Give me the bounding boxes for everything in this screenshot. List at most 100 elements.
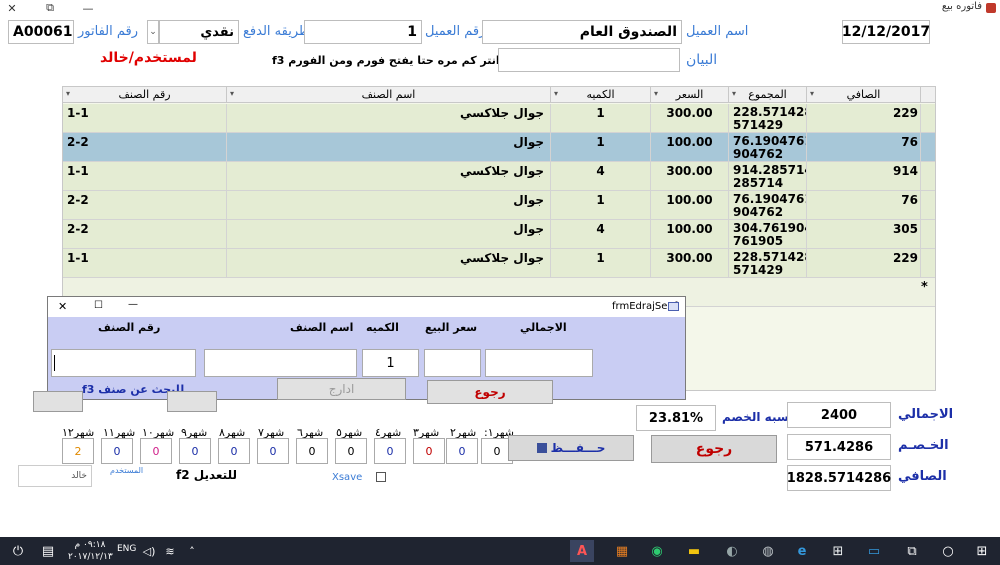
cell-code: 2-2 xyxy=(63,220,227,248)
total-field[interactable]: 2400 xyxy=(787,402,891,428)
month-box-11[interactable]: 0 xyxy=(101,438,133,464)
action-center-icon[interactable]: ▤ xyxy=(36,540,60,562)
window-title: فاتوره بيع xyxy=(941,1,982,12)
dialog-code-label: رقم الصنف xyxy=(98,321,161,334)
minimize-icon[interactable]: — xyxy=(78,0,98,16)
desktop-icon[interactable]: ▭ xyxy=(862,540,886,562)
net-label: الصافي xyxy=(898,469,947,484)
month-box-8[interactable]: 0 xyxy=(218,438,250,464)
power-icon[interactable]: ⏻ xyxy=(6,540,30,562)
payment-method-label: طريقه الدفع xyxy=(243,24,310,39)
app-icon-gray[interactable]: ◍ xyxy=(756,540,780,562)
customer-name-field[interactable]: الصندوق العام xyxy=(482,20,682,44)
item-insert-dialog: ✕ ☐ — frmEdrajSenf رقم الصنف اسم الصنف ا… xyxy=(47,296,686,404)
col-header-price[interactable]: ▾ السعر xyxy=(651,87,729,103)
cell-name: جوال جلاكسي xyxy=(227,249,551,277)
wifi-icon[interactable]: ≋ xyxy=(158,540,182,562)
col-header-code[interactable]: ▾ رقم الصنف xyxy=(63,87,227,103)
user-field[interactable]: خالد xyxy=(18,465,92,487)
table-row[interactable]: 1-1 جوال جلاكسي 4 300.00 914.285714 28571… xyxy=(63,162,935,191)
task-view-icon[interactable]: ⧉ xyxy=(900,540,924,562)
month-box-6[interactable]: 0 xyxy=(296,438,328,464)
table-row[interactable]: 2-2 جوال 1 100.00 76.1904761 904762 76 xyxy=(63,191,935,220)
cell-net: 305 xyxy=(807,220,921,248)
invoice-date-field[interactable]: 12/12/2017 xyxy=(842,20,930,44)
table-row[interactable]: 1-1 جوال جلاكسي 1 300.00 228.571428 57142… xyxy=(63,104,935,133)
dialog-total-label: الاجمالي xyxy=(520,321,567,334)
dialog-name-input[interactable] xyxy=(204,349,357,377)
back-button[interactable]: رجوع xyxy=(651,435,777,463)
cell-code: 1-1 xyxy=(63,104,227,132)
taskbar: ⏻ ▤ ٠٩:١٨ م ٢٠١٧/١٢/١٣ ENG ◁) ≋ ˄ A ▦ ◉ … xyxy=(0,537,1000,565)
dialog-back-button[interactable]: رجوع xyxy=(427,380,553,404)
col-header-net[interactable]: ▾ الصافي xyxy=(807,87,921,103)
hidden-button-mid[interactable] xyxy=(167,391,217,412)
dialog-name-label: اسم الصنف xyxy=(290,321,354,334)
cell-price: 100.00 xyxy=(651,191,729,219)
dialog-maximize-icon[interactable]: ☐ xyxy=(94,300,103,311)
cell-price: 300.00 xyxy=(651,249,729,277)
month-box-12[interactable]: 2 xyxy=(62,438,94,464)
cell-net: 229 xyxy=(807,104,921,132)
cell-code: 2-2 xyxy=(63,133,227,161)
cell-net: 914 xyxy=(807,162,921,190)
restore-icon[interactable]: ⧉ xyxy=(40,0,60,16)
access-app-icon[interactable]: A xyxy=(570,540,594,562)
col-header-total[interactable]: ▾ المجموع xyxy=(729,87,807,103)
col-header-qty[interactable]: ▾ الكميه xyxy=(551,87,651,103)
cell-code: 1-1 xyxy=(63,162,227,190)
customer-no-field[interactable]: 1 xyxy=(304,20,422,44)
cell-name: جوال xyxy=(227,191,551,219)
month-box-4[interactable]: 0 xyxy=(374,438,406,464)
dialog-qty-input[interactable]: 1 xyxy=(362,349,419,377)
month-box-5[interactable]: 0 xyxy=(335,438,367,464)
save-button[interactable]: حـــفـــظ xyxy=(508,435,634,461)
ie-icon[interactable]: e xyxy=(790,540,814,562)
table-row-selected[interactable]: 2-2 جوال 1 100.00 76.1904761 904762 76 xyxy=(63,133,935,162)
save-icon xyxy=(536,443,547,453)
dialog-close-icon[interactable]: ✕ xyxy=(58,300,67,313)
net-field[interactable]: 1828.5714286 xyxy=(787,465,891,491)
month-box-7[interactable]: 0 xyxy=(257,438,289,464)
cell-name: جوال جلاكسي xyxy=(227,162,551,190)
hidden-button-left[interactable] xyxy=(33,391,83,412)
total-label: الاجمالي xyxy=(898,407,954,422)
search-icon[interactable]: ○ xyxy=(936,540,960,562)
title-bar: ✕ ⧉ — فاتوره بيع xyxy=(0,0,1000,16)
month-box-10[interactable]: 0 xyxy=(140,438,172,464)
xsave-checkbox[interactable] xyxy=(376,472,386,482)
insert-button[interactable]: ادارج xyxy=(277,378,406,400)
discount-percent-field[interactable]: 23.81% xyxy=(636,405,716,431)
discount-label: الخـصـم xyxy=(898,438,949,453)
folder-icon[interactable]: ▬ xyxy=(682,540,706,562)
month-box-3[interactable]: 0 xyxy=(413,438,445,464)
invoice-no-field[interactable]: A00061 xyxy=(8,20,74,44)
store-icon[interactable]: ⊞ xyxy=(826,540,850,562)
payment-dropdown-arrow-icon[interactable]: ⌄ xyxy=(147,20,159,44)
chevron-up-icon[interactable]: ˄ xyxy=(180,540,204,562)
new-row-marker: * xyxy=(921,278,935,306)
statement-label: البيان xyxy=(686,52,718,68)
app-icon xyxy=(986,3,996,13)
col-header-name[interactable]: ▾ اسم الصنف xyxy=(227,87,551,103)
dialog-price-input[interactable] xyxy=(424,349,481,377)
cell-price: 300.00 xyxy=(651,162,729,190)
payment-method-select[interactable]: نقدي xyxy=(159,20,239,44)
windows-start-icon[interactable]: ⊞ xyxy=(970,540,994,562)
month-box-2[interactable]: 0 xyxy=(446,438,478,464)
cell-qty: 1 xyxy=(551,133,651,161)
language-indicator[interactable]: ENG xyxy=(117,544,136,554)
table-row[interactable]: 2-2 جوال 4 100.00 304.761904 761905 305 xyxy=(63,220,935,249)
close-icon[interactable]: ✕ xyxy=(2,0,22,16)
dialog-minimize-icon[interactable]: — xyxy=(128,299,138,310)
media-icon[interactable]: ◐ xyxy=(720,540,744,562)
chrome-icon[interactable]: ◉ xyxy=(645,540,669,562)
dialog-code-input[interactable] xyxy=(51,349,196,377)
clock[interactable]: ٠٩:١٨ م ٢٠١٧/١٢/١٣ xyxy=(68,539,113,563)
statement-field[interactable] xyxy=(498,48,680,72)
dialog-total-input[interactable] xyxy=(485,349,593,377)
winrar-icon[interactable]: ▦ xyxy=(610,540,634,562)
discount-field[interactable]: 571.4286 xyxy=(787,434,891,460)
table-row[interactable]: 1-1 جوال جلاكسي 1 300.00 228.571428 57142… xyxy=(63,249,935,278)
month-box-9[interactable]: 0 xyxy=(179,438,211,464)
